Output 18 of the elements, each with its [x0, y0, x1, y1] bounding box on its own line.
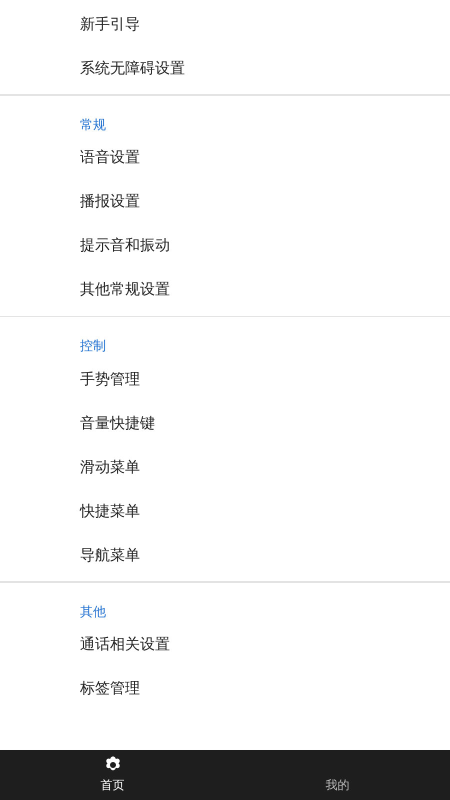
settings-item[interactable]: 手势管理 — [0, 357, 450, 401]
settings-item[interactable]: 提示音和振动 — [0, 224, 450, 268]
section-header: 控制 — [79, 338, 107, 356]
settings-item[interactable]: 导航菜单 — [0, 533, 450, 577]
settings-item[interactable]: 快捷菜单 — [0, 489, 450, 533]
nav-tab[interactable]: 我的 — [225, 750, 450, 800]
section-header: 常规 — [79, 116, 107, 134]
section-header: 其他 — [79, 604, 107, 622]
settings-item[interactable]: 语音设置 — [0, 136, 450, 180]
settings-item[interactable]: 音量快捷键 — [0, 401, 450, 445]
settings-item[interactable]: 新手引导 — [0, 2, 450, 46]
nav-tab[interactable]: 首页 — [0, 750, 225, 800]
settings-item[interactable]: 系统无障碍设置 — [0, 46, 450, 90]
settings-item[interactable]: 通话相关设置 — [0, 622, 450, 666]
settings-item[interactable]: 其他常规设置 — [0, 268, 450, 312]
settings-item[interactable]: 播报设置 — [0, 180, 450, 224]
settings-item[interactable]: 滑动菜单 — [0, 445, 450, 489]
settings-item[interactable]: 标签管理 — [0, 666, 450, 710]
